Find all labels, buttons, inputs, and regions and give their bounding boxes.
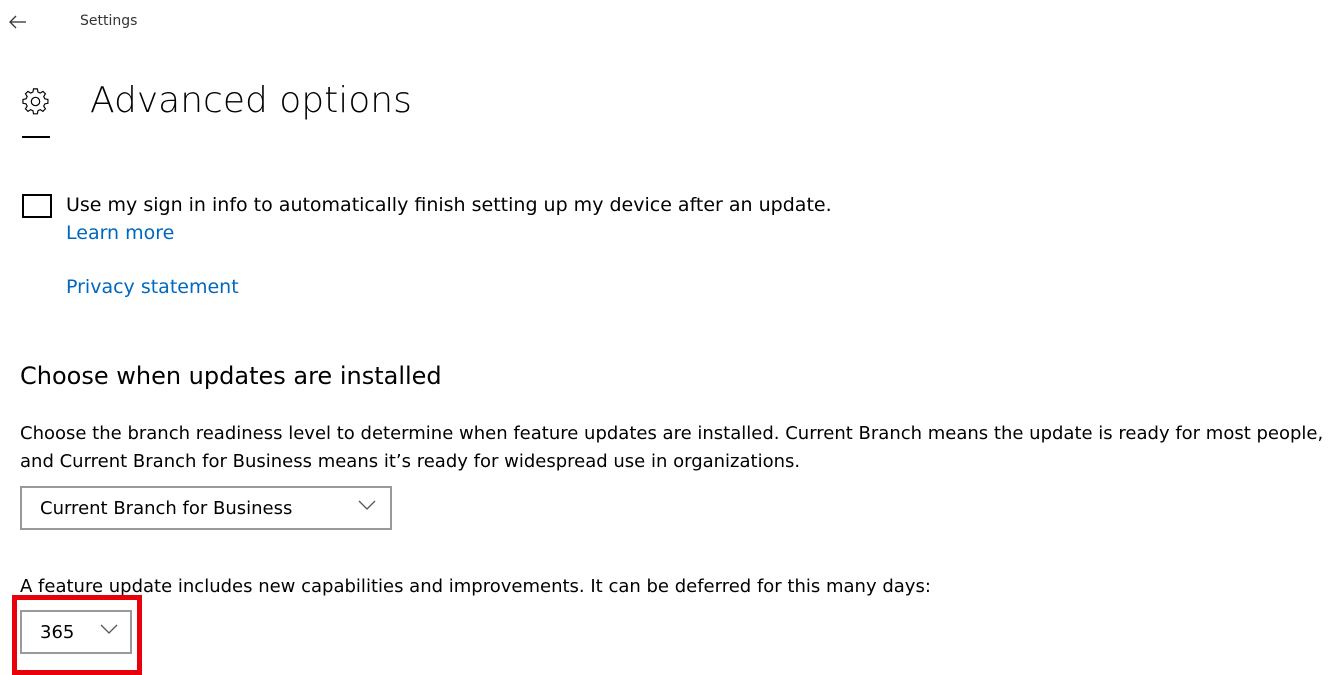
chevron-down-icon (100, 624, 118, 634)
feature-deferral-text: A feature update includes new capabiliti… (20, 576, 931, 597)
branch-readiness-dropdown[interactable]: Current Branch for Business (20, 486, 392, 530)
signin-checkbox-label: Use my sign in info to automatically fin… (66, 194, 832, 216)
header-underline (22, 136, 50, 138)
page-title: Advanced options (90, 80, 412, 121)
learn-more-link[interactable]: Learn more (66, 222, 174, 244)
title-bar: Settings (0, 0, 1338, 44)
signin-checkbox[interactable] (22, 194, 52, 218)
chevron-down-icon (358, 500, 376, 510)
section-title-updates: Choose when updates are installed (20, 362, 442, 390)
arrow-left-icon (9, 15, 26, 29)
branch-readiness-value: Current Branch for Business (40, 497, 293, 519)
feature-deferral-days-dropdown[interactable]: 365 (20, 610, 132, 654)
gear-icon (22, 88, 50, 116)
app-title: Settings (80, 13, 138, 29)
feature-deferral-days-value: 365 (40, 621, 75, 643)
back-button[interactable] (6, 10, 30, 34)
privacy-statement-link[interactable]: Privacy statement (66, 276, 239, 298)
branch-description: Choose the branch readiness level to det… (20, 423, 1324, 472)
